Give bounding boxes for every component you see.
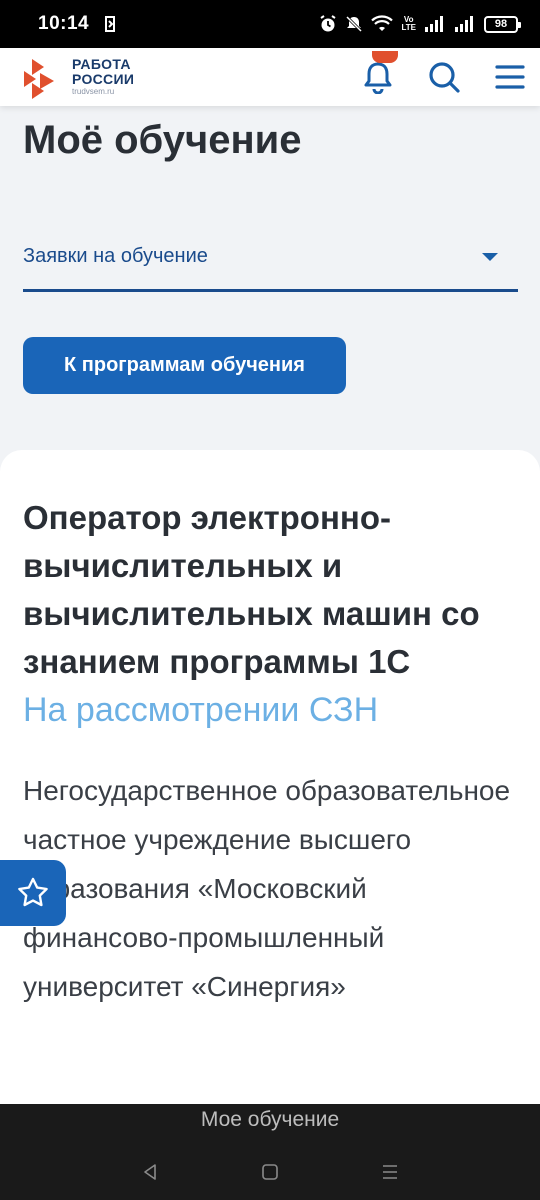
chevron-down-icon <box>482 252 498 261</box>
logo-mark-icon <box>24 59 54 99</box>
to-programs-button[interactable]: К программам обучения <box>23 337 346 394</box>
header-actions <box>360 51 528 95</box>
status-time: 10:14 <box>38 13 90 34</box>
status-icons: Vo LTE 98 <box>319 15 521 33</box>
card-title: Оператор электронно-вычислительных и выч… <box>23 499 480 680</box>
recents-lines-icon <box>383 1165 397 1179</box>
back-triangle-icon <box>144 1164 156 1180</box>
battery-indicator: 98 <box>484 15 521 33</box>
select-value: Заявки на обучение <box>23 245 208 267</box>
signal-icon-2 <box>455 16 473 32</box>
organization-name: Негосударственное образовательное частно… <box>23 775 511 1002</box>
notifications-button[interactable] <box>360 51 398 95</box>
nav-back-button[interactable] <box>130 1152 170 1192</box>
nav-home-button[interactable] <box>250 1152 290 1192</box>
logo[interactable]: РАБОТА РОССИИ trudvsem.ru <box>22 55 134 99</box>
bottom-bar: Мое обучение <box>0 1104 540 1200</box>
search-button[interactable] <box>426 59 462 95</box>
status-badge: На рассмотрении СЗН <box>23 691 379 729</box>
favorites-button[interactable] <box>0 860 66 926</box>
page-title: Моё обучение <box>23 118 302 162</box>
notification-badge <box>372 51 398 63</box>
bottom-page-label: Мое обучение <box>200 1108 340 1131</box>
signal-icon <box>425 16 443 32</box>
training-type-select[interactable]: Заявки на обучение <box>23 224 518 292</box>
mute-icon <box>346 15 363 33</box>
menu-button[interactable] <box>492 59 528 95</box>
hamburger-menu-icon <box>495 65 525 89</box>
logo-line-2: РОССИИ <box>72 71 135 87</box>
status-bar: 10:14 Vo LTE 98 <box>0 0 540 48</box>
app-header: РАБОТА РОССИИ trudvsem.ru <box>0 48 540 106</box>
logo-subtitle: trudvsem.ru <box>72 87 115 96</box>
search-icon <box>429 62 460 93</box>
logo-line-1: РАБОТА <box>72 56 131 72</box>
data-saver-icon <box>105 16 116 32</box>
application-card[interactable]: Оператор электронно-вычислительных и выч… <box>0 450 540 1150</box>
home-square-icon <box>262 1164 278 1180</box>
logo-text: РАБОТА РОССИИ trudvsem.ru <box>72 57 134 97</box>
bell-icon <box>364 62 392 94</box>
alarm-icon <box>320 15 337 32</box>
system-nav <box>0 1152 540 1192</box>
wifi-icon <box>371 15 394 31</box>
star-icon <box>18 877 48 907</box>
volte-indicator: Vo LTE <box>401 15 416 32</box>
nav-recents-button[interactable] <box>370 1152 410 1192</box>
